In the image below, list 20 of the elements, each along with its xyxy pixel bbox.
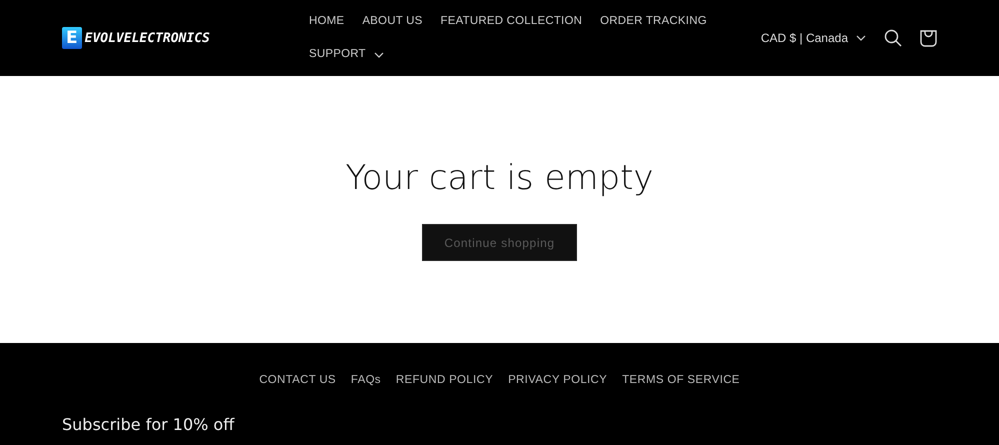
search-icon[interactable] [884, 29, 902, 47]
logo-mark: E [62, 27, 82, 49]
cart-icon[interactable] [920, 30, 937, 46]
empty-cart-heading: Your cart is empty [345, 158, 654, 198]
footer-link[interactable]: PRIVACY POLICY [508, 374, 608, 386]
footer-link[interactable]: REFUND POLICY [396, 374, 494, 386]
footer-link[interactable]: CONTACT US [259, 374, 336, 386]
nav-link[interactable]: SUPPORT [300, 38, 393, 71]
logo[interactable]: E EVOLVELECTRONICS [62, 27, 300, 49]
caret-icon [856, 35, 866, 41]
nav-link[interactable]: ORDER TRACKING [591, 5, 716, 38]
currency-selector[interactable]: CAD $ | Canada [760, 31, 866, 45]
nav-link[interactable]: HOME [300, 5, 354, 38]
footer-link[interactable]: FAQs [350, 374, 381, 386]
nav-link[interactable]: FEATURED COLLECTION [432, 5, 592, 38]
subscribe-heading: Subscribe for 10% off [62, 415, 236, 434]
logo-text: EVOLVELECTRONICS [84, 30, 210, 46]
footer-link[interactable]: TERMS OF SERVICE [622, 374, 740, 386]
caret-icon [374, 52, 384, 58]
nav-link[interactable]: ABOUT US [353, 5, 432, 38]
